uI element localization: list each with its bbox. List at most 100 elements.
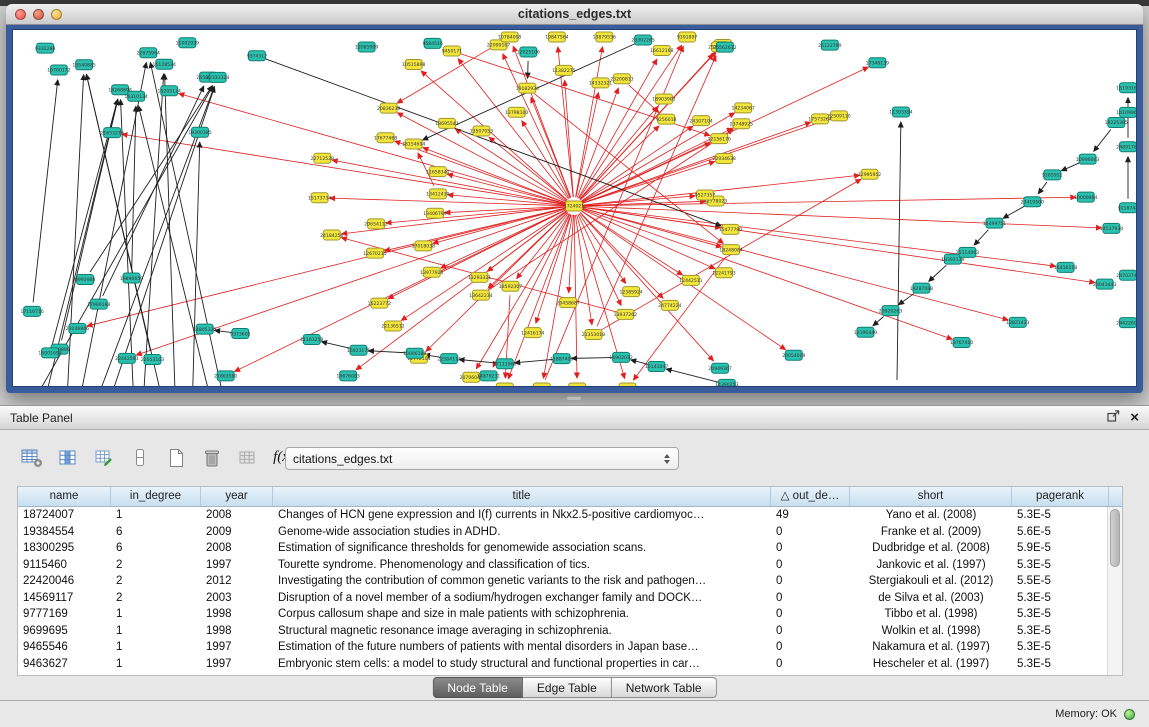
table-row[interactable]: 977716911998Corpus callosum shape and si… [18,606,1107,623]
table-row[interactable]: 911546021997Tourette syndrome. Phenomeno… [18,557,1107,574]
graph-node-label: 20920263 [879,308,902,314]
splitter-handle[interactable] [566,396,582,401]
graph-edge[interactable] [897,122,901,380]
graph-edge[interactable] [583,208,1008,320]
table-row[interactable]: 2242004622012Investigating the contribut… [18,573,1107,590]
show-columns-icon[interactable] [54,444,81,471]
column-header-in_degree[interactable]: in_degree [111,487,201,506]
graph-edge[interactable] [488,129,733,290]
graph-edge[interactable] [576,47,603,197]
close-window-button[interactable] [15,9,26,20]
table-cell: 0 [771,557,850,574]
graph-edge[interactable] [476,214,569,369]
graph-edge[interactable] [33,80,58,302]
network-canvas[interactable]: 1724021227780231547778018248084122417931… [12,29,1137,387]
table-options-icon[interactable] [18,444,45,471]
table-row[interactable]: 1938455462009Genome-wide association stu… [18,524,1107,541]
minimize-window-button[interactable] [33,9,44,20]
tab-network-table[interactable]: Network Table [612,677,717,698]
graph-edge[interactable] [583,207,1095,282]
graph-node[interactable] [569,383,586,386]
column-header-out_de[interactable]: △ out_de… [771,487,850,506]
graph-edge[interactable] [322,342,350,348]
graph-edge[interactable] [356,211,567,369]
graph-edge[interactable] [583,197,1076,206]
table-row[interactable]: 1456911722003Disruption of a novel membe… [18,590,1107,607]
column-header-filler [1109,487,1122,506]
graph-edge[interactable] [565,80,574,197]
new-document-icon[interactable] [162,444,189,471]
graph-edge[interactable] [421,71,567,200]
graph-edge[interactable] [368,351,405,353]
graph-edge[interactable] [1038,182,1047,194]
column-header-short[interactable]: short [850,487,1012,506]
zoom-window-button[interactable] [51,9,62,20]
graph-edge[interactable] [103,86,204,296]
table-selector[interactable]: citations_edges.txt [285,447,679,470]
graph-edge[interactable] [332,160,565,204]
network-window: citations_edges.txt 17240212277802315477… [6,4,1143,393]
graph-edge[interactable] [580,212,663,298]
graph-edge[interactable] [426,212,568,351]
delete-table-icon[interactable] [198,444,225,471]
graph-edge[interactable] [929,265,946,281]
column-header-year[interactable]: year [201,487,273,506]
graph-edge[interactable] [873,317,884,326]
column-header-name[interactable]: name [18,487,111,506]
table-cell: 1997 [201,656,273,673]
graph-node-label: 13642234 [469,293,492,299]
graph-edge[interactable] [569,215,574,293]
graph-edge[interactable] [1061,163,1079,171]
network-graph[interactable]: 1724021227780231547778018248084122417931… [13,30,1136,386]
graph-edge[interactable] [67,75,84,386]
graph-edge[interactable] [86,74,162,386]
graph-edge[interactable] [215,330,232,332]
graph-edge[interactable] [433,208,565,243]
graph-node[interactable] [496,383,513,386]
table-row[interactable]: 969969511998Structural magnetic resonanc… [18,623,1107,640]
graph-edge[interactable] [1003,206,1024,218]
import-table-icon[interactable] [234,444,261,471]
graph-node-label: 19225365 [1105,120,1128,126]
graph-edge[interactable] [45,100,117,386]
graph-node[interactable] [619,383,636,386]
graph-edge[interactable] [515,359,553,362]
graph-edge[interactable] [580,54,713,199]
vertical-scrollbar[interactable] [1107,507,1122,675]
window-titlebar[interactable]: citations_edges.txt [6,4,1143,25]
table-row[interactable]: 946554611997Estimation of the future num… [18,639,1107,656]
graph-edge[interactable] [80,63,146,386]
graph-edge[interactable] [90,86,212,272]
column-header-title[interactable]: title [273,487,771,506]
rows-icon[interactable] [126,444,153,471]
tab-node-table[interactable]: Node Table [432,677,523,698]
graph-node-label: 21863560 [214,374,237,380]
graph-node-label: 16310134 [124,94,147,100]
graph-node[interactable] [533,383,550,386]
table-row[interactable]: 946362711997Embryonic stem cells: a mode… [18,656,1107,673]
table-cell: 14569117 [18,590,111,607]
graph-edge[interactable] [1094,130,1111,152]
table-row[interactable]: 1830029562008Estimation of significance … [18,540,1107,557]
graph-edge[interactable] [489,137,567,200]
graph-edge[interactable] [121,100,134,386]
graph-edge[interactable] [899,293,915,304]
graph-edge[interactable] [582,211,683,275]
graph-edge[interactable] [582,209,952,339]
float-panel-icon[interactable] [1107,409,1120,427]
graph-edge[interactable] [974,230,988,245]
column-header-pagerank[interactable]: pagerank [1012,487,1109,506]
edit-table-icon[interactable] [90,444,117,471]
graph-edge[interactable] [132,106,136,269]
close-panel-icon[interactable]: × [1130,410,1139,425]
table-row[interactable]: 1872400712008Changes of HCN gene express… [18,507,1107,524]
graph-edge[interactable] [574,215,577,378]
scrollbar-thumb[interactable] [1110,509,1120,567]
graph-edge[interactable] [459,360,496,363]
graph-edge[interactable] [572,358,612,359]
table-panel-body: f(x) citations_edges.txt namein_degreeye… [0,430,1149,700]
graph-node-label: 17989188 [87,302,110,308]
graph-edge[interactable] [265,59,721,226]
graph-node-label: 9993988 [75,277,96,283]
tab-edge-table[interactable]: Edge Table [523,677,612,698]
